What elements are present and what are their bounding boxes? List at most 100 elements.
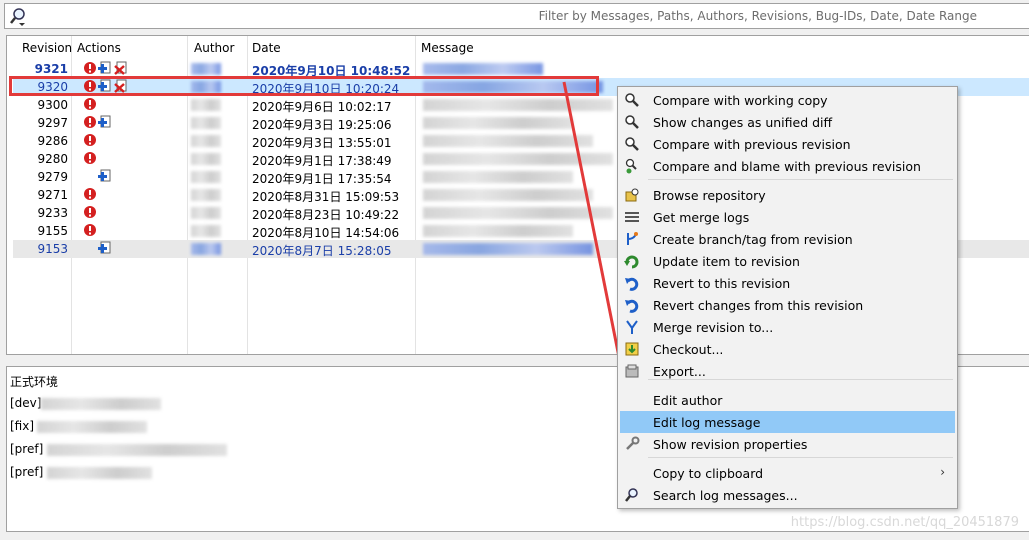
menu-item-label: Checkout... — [653, 342, 724, 357]
redacted-message — [423, 117, 573, 129]
menu-item-label: Update item to revision — [653, 254, 800, 269]
modified-icon — [83, 79, 97, 96]
deleted-icon — [114, 61, 128, 78]
menu-item-merge-revision-to[interactable]: Merge revision to... — [620, 316, 955, 338]
menu-item-label: Show changes as unified diff — [653, 115, 833, 130]
date-cell: 2020年8月7日 15:28:05 — [252, 244, 392, 258]
menu-item-label: Copy to clipboard — [653, 466, 764, 481]
message-line: [dev] — [10, 396, 42, 410]
menu-item-label: Edit author — [653, 393, 723, 408]
deleted-icon — [114, 79, 128, 96]
redacted-author — [191, 135, 221, 147]
table-row[interactable]: 9321 2020年9月10日 10:48:52 — [13, 60, 1029, 78]
menu-item-browse-repository[interactable]: Browse repository — [620, 184, 955, 206]
revision-cell: 9233 — [37, 206, 68, 220]
menu-item-export[interactable]: Export... — [620, 360, 955, 382]
search-icon[interactable] — [9, 7, 31, 27]
menu-item-edit-log-message[interactable]: Edit log message — [620, 411, 955, 433]
revert-icon — [624, 275, 640, 291]
redacted-message — [423, 63, 543, 75]
menu-item-edit-author[interactable]: Edit author — [620, 389, 955, 411]
menu-item-label: Show revision properties — [653, 437, 808, 452]
redacted-message — [423, 207, 613, 219]
added-icon — [98, 61, 112, 78]
header-date[interactable]: Date — [252, 41, 281, 55]
date-cell: 2020年9月6日 10:02:17 — [252, 100, 392, 114]
date-cell: 2020年9月1日 17:35:54 — [252, 172, 392, 186]
svn-log-window: Revision Actions Author Date Message 932… — [0, 0, 1029, 540]
redacted-author — [191, 117, 221, 129]
added-icon — [98, 241, 112, 258]
menu-item-compare-with-working-copy[interactable]: Compare with working copy — [620, 89, 955, 111]
message-line: 正式环境 — [10, 375, 59, 389]
menu-separator — [648, 179, 953, 180]
menu-item-label: Compare and blame with previous revision — [653, 159, 921, 174]
search-icon — [624, 487, 640, 503]
date-cell: 2020年9月10日 10:20:24 — [252, 82, 400, 96]
revert-changes-icon — [624, 297, 640, 313]
diff-icon — [624, 114, 640, 130]
menu-item-label: Merge revision to... — [653, 320, 774, 335]
menu-item-revert-changes-from-this-revision[interactable]: Revert changes from this revision — [620, 294, 955, 316]
redacted-text — [47, 444, 227, 456]
redacted-author — [191, 171, 221, 183]
menu-item-update-item-to-revision[interactable]: Update item to revision — [620, 250, 955, 272]
redacted-message — [423, 225, 573, 237]
modified-icon — [83, 115, 97, 132]
redacted-message — [423, 189, 593, 201]
filter-input[interactable] — [35, 6, 1025, 26]
redacted-author — [191, 189, 221, 201]
added-icon — [98, 169, 112, 186]
header-actions[interactable]: Actions — [77, 41, 121, 55]
revision-cell: 9320 — [37, 80, 68, 94]
modified-icon — [83, 151, 97, 168]
watermark: https://blog.csdn.net/qq_20451879 — [790, 515, 1019, 530]
header-message[interactable]: Message — [421, 41, 474, 55]
menu-item-label: Revert changes from this revision — [653, 298, 864, 313]
modified-icon — [83, 61, 97, 78]
date-cell: 2020年8月10日 14:54:06 — [252, 226, 400, 240]
menu-item-label: Search log messages... — [653, 488, 798, 503]
date-cell: 2020年9月1日 17:38:49 — [252, 154, 392, 168]
update-icon — [624, 253, 640, 269]
menu-item-label: Revert to this revision — [653, 276, 791, 291]
modified-icon — [83, 187, 97, 204]
menu-item-label: Compare with working copy — [653, 93, 828, 108]
menu-item-show-changes-as-unified-diff[interactable]: Show changes as unified diff — [620, 111, 955, 133]
menu-item-copy-to-clipboard[interactable]: Copy to clipboard › — [620, 462, 955, 484]
checkout-icon — [624, 341, 640, 357]
redacted-message — [423, 171, 573, 183]
menu-item-checkout[interactable]: Checkout... — [620, 338, 955, 360]
compare-icon — [624, 92, 640, 108]
menu-item-label: Get merge logs — [653, 210, 750, 225]
header-revision[interactable]: Revision — [22, 41, 72, 55]
date-cell: 2020年8月23日 10:49:22 — [252, 208, 400, 222]
menu-item-compare-and-blame-with-previous-revision[interactable]: Compare and blame with previous revision — [620, 155, 955, 177]
menu-item-get-merge-logs[interactable]: Get merge logs — [620, 206, 955, 228]
menu-item-search-log-messages[interactable]: Search log messages... — [620, 484, 955, 506]
repo-browser-icon — [624, 187, 640, 203]
menu-item-label: Create branch/tag from revision — [653, 232, 853, 247]
date-cell: 2020年9月3日 19:25:06 — [252, 118, 392, 132]
redacted-author — [191, 63, 221, 75]
context-menu: Compare with working copy Show changes as… — [617, 86, 958, 509]
blame-icon — [624, 158, 640, 174]
menu-item-create-branch-tag-from-revision[interactable]: Create branch/tag from revision — [620, 228, 955, 250]
menu-separator — [648, 457, 953, 458]
revision-cell: 9271 — [37, 188, 68, 202]
menu-item-revert-to-this-revision[interactable]: Revert to this revision — [620, 272, 955, 294]
revision-cell: 9153 — [37, 242, 68, 256]
menu-item-label: Compare with previous revision — [653, 137, 851, 152]
header-author[interactable]: Author — [194, 41, 234, 55]
redacted-message — [423, 81, 603, 93]
menu-item-show-revision-properties[interactable]: Show revision properties — [620, 433, 955, 455]
redacted-author — [191, 207, 221, 219]
merge-logs-icon — [624, 209, 640, 225]
branch-icon — [624, 231, 640, 247]
revision-cell: 9279 — [37, 170, 68, 184]
menu-item-compare-with-previous-revision[interactable]: Compare with previous revision — [620, 133, 955, 155]
modified-icon — [83, 205, 97, 222]
submenu-arrow-icon: › — [940, 465, 945, 479]
compare-prev-icon — [624, 136, 640, 152]
revision-cell: 9286 — [37, 134, 68, 148]
